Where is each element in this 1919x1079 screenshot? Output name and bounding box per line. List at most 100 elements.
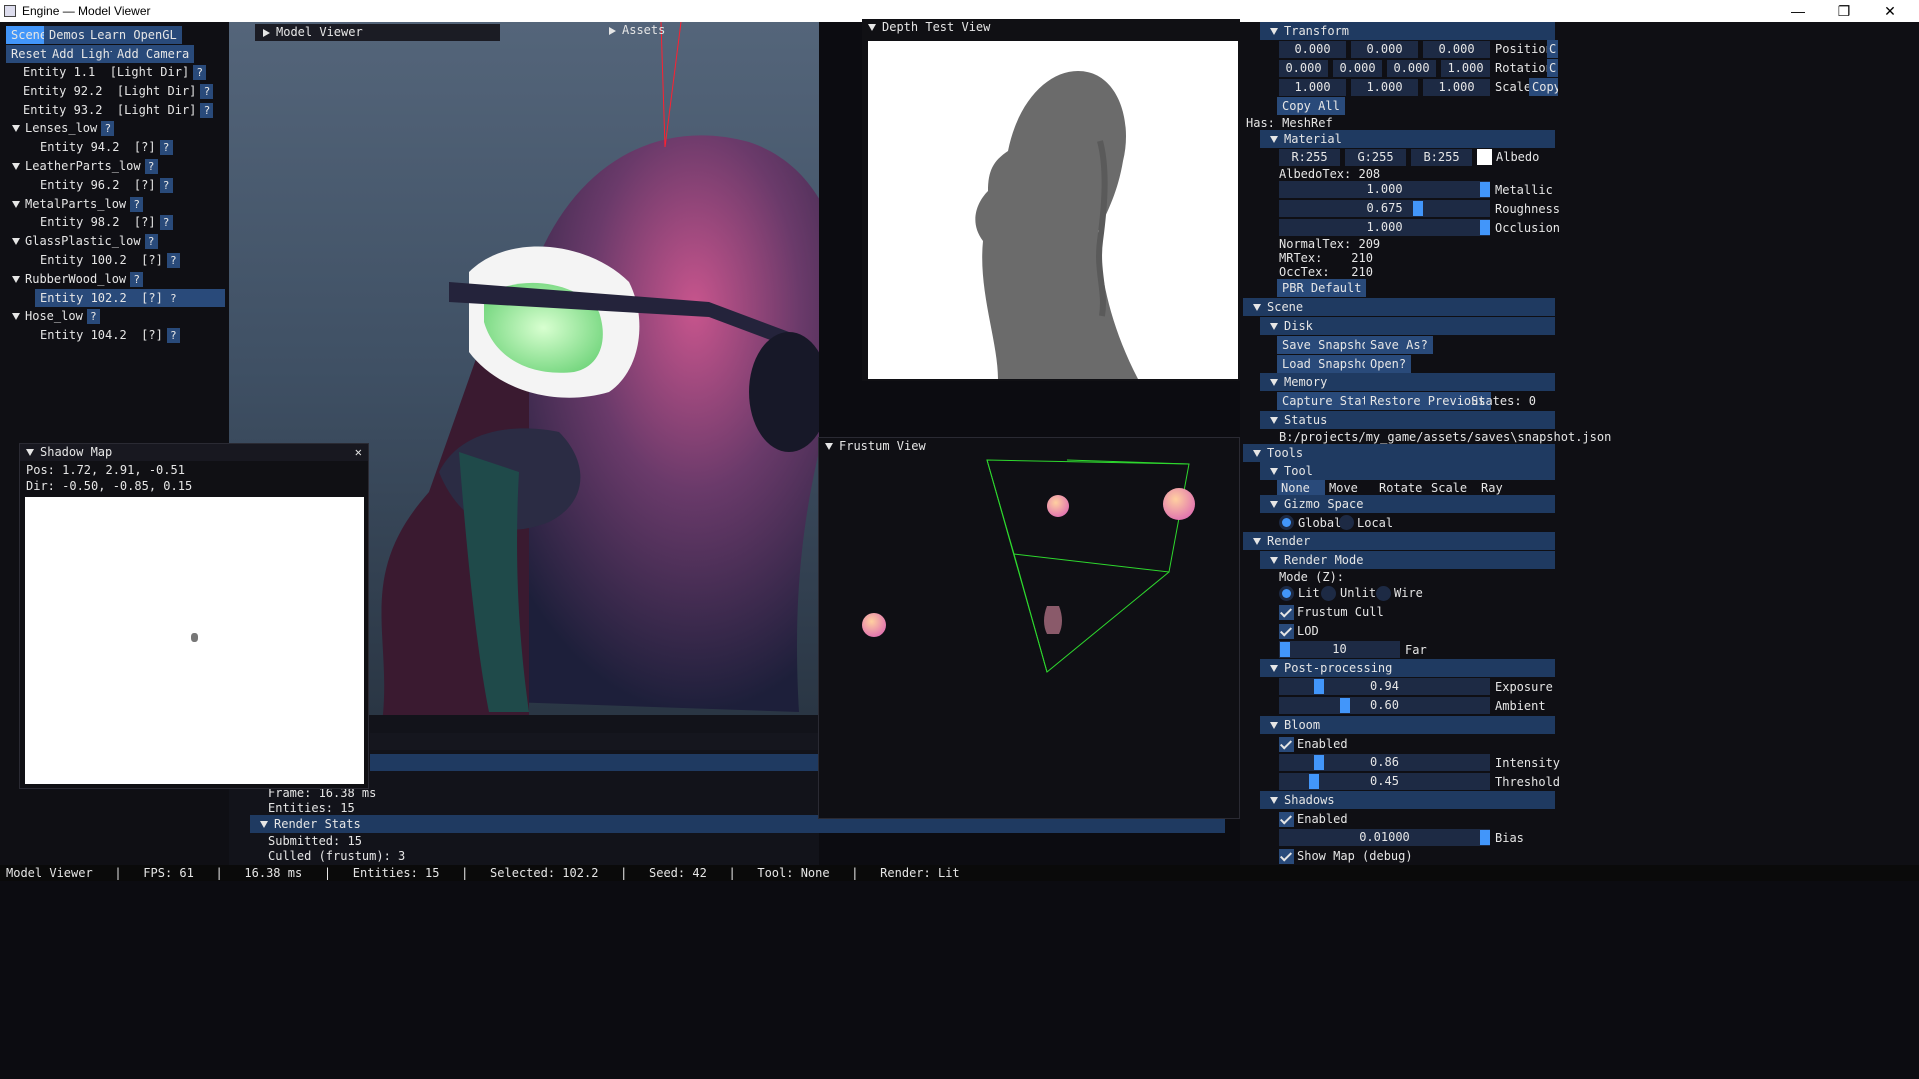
expand-arrow-icon[interactable]: [12, 275, 20, 283]
expand-arrow-icon[interactable]: [12, 163, 20, 170]
albedo-b[interactable]: B:255: [1411, 149, 1472, 166]
tree-entity[interactable]: Entity 98.2 [?]?: [40, 213, 173, 231]
add-light-button[interactable]: Add Light: [47, 45, 123, 63]
copy-rotation-button[interactable]: C: [1547, 59, 1559, 77]
help-button[interactable]: ?: [159, 177, 173, 193]
tree-group[interactable]: LeatherParts_low?: [12, 157, 158, 175]
render-header[interactable]: Render: [1243, 532, 1555, 550]
position-z[interactable]: 0.000: [1423, 41, 1490, 58]
exposure-slider[interactable]: 0.94: [1279, 678, 1490, 695]
tree-entity[interactable]: Entity 92.2 [Light Dir]?: [23, 82, 214, 100]
model-viewer-collapsed-window[interactable]: Model Viewer: [255, 24, 500, 41]
scale-x[interactable]: 1.000: [1279, 79, 1346, 96]
copy-position-button[interactable]: C: [1547, 40, 1559, 58]
tree-entity[interactable]: Entity 102.2 [?]?: [35, 288, 225, 307]
gizmo-space-header[interactable]: Gizmo Space: [1260, 495, 1555, 513]
albedo-g[interactable]: G:255: [1345, 149, 1406, 166]
help-button[interactable]: ?: [200, 102, 214, 118]
help-button[interactable]: ?: [144, 234, 158, 250]
shadow-map-titlebar[interactable]: Shadow Map ✕: [20, 444, 368, 461]
help-button[interactable]: ?: [193, 65, 207, 80]
save-as-button[interactable]: Save As?: [1365, 336, 1433, 354]
copy-all-button[interactable]: Copy All: [1277, 97, 1345, 115]
metallic-grab[interactable]: [1480, 182, 1490, 197]
maximize-button[interactable]: ❐: [1821, 0, 1867, 22]
far-slider[interactable]: 10: [1279, 641, 1400, 658]
threshold-grab[interactable]: [1309, 774, 1319, 789]
disk-header[interactable]: Disk: [1260, 317, 1555, 335]
status-header[interactable]: Status: [1260, 411, 1555, 429]
metallic-slider[interactable]: 1.000: [1279, 181, 1490, 198]
roughness-grab[interactable]: [1413, 201, 1423, 216]
tree-group[interactable]: RubberWood_low?: [12, 270, 144, 288]
tab-demos[interactable]: Demos: [44, 26, 91, 44]
help-button[interactable]: ?: [200, 83, 214, 99]
show-map-checkbox[interactable]: [1279, 849, 1294, 864]
rotation-z[interactable]: 0.000: [1387, 60, 1436, 77]
pbr-default-button[interactable]: PBR Default: [1277, 279, 1367, 297]
rotation-y[interactable]: 0.000: [1333, 60, 1382, 77]
tree-entity[interactable]: Entity 93.2 [Light Dir]?: [23, 101, 214, 119]
help-button[interactable]: ?: [159, 215, 173, 231]
expand-arrow-icon[interactable]: [12, 200, 20, 208]
close-button[interactable]: ✕: [1867, 0, 1913, 22]
help-button[interactable]: ?: [166, 328, 180, 344]
close-icon[interactable]: ✕: [355, 444, 362, 461]
bias-grab[interactable]: [1480, 830, 1490, 845]
reset-button[interactable]: Reset: [6, 45, 53, 63]
help-button[interactable]: ?: [86, 309, 100, 325]
scale-y[interactable]: 1.000: [1351, 79, 1418, 96]
help-button[interactable]: ?: [130, 196, 144, 212]
tree-entity[interactable]: Entity 94.2 [?]?: [40, 138, 173, 156]
ambient-grab[interactable]: [1340, 698, 1350, 713]
bloom-header[interactable]: Bloom: [1260, 716, 1555, 734]
tree-group[interactable]: Hose_low?: [12, 307, 100, 325]
expand-arrow-icon[interactable]: [12, 313, 20, 321]
help-button[interactable]: ?: [144, 159, 158, 174]
shadows-enabled-checkbox[interactable]: [1279, 812, 1294, 827]
position-x[interactable]: 0.000: [1279, 41, 1346, 58]
position-y[interactable]: 0.000: [1351, 41, 1418, 58]
far-grab[interactable]: [1280, 642, 1290, 657]
open-button[interactable]: Open?: [1365, 355, 1412, 373]
occlusion-slider[interactable]: 1.000: [1279, 219, 1490, 236]
collapse-arrow-icon[interactable]: [263, 28, 270, 37]
scene-header[interactable]: Scene: [1243, 298, 1555, 316]
mode-lit-radio[interactable]: [1279, 586, 1294, 601]
help-button[interactable]: ?: [130, 271, 144, 287]
frustum-titlebar[interactable]: Frustum View: [819, 438, 1239, 455]
assets-collapsed-window[interactable]: Assets: [603, 22, 861, 38]
tool-header[interactable]: Tool: [1260, 462, 1555, 480]
expand-arrow-icon[interactable]: [12, 125, 20, 133]
copy-scale-button[interactable]: Copy: [1529, 78, 1558, 96]
threshold-slider[interactable]: 0.45: [1279, 773, 1490, 790]
tools-header[interactable]: Tools: [1243, 444, 1555, 462]
collapse-arrow-icon[interactable]: [26, 449, 34, 456]
shadows-header[interactable]: Shadows: [1260, 791, 1555, 809]
mode-unlit-radio[interactable]: [1321, 586, 1336, 601]
tab-learn-opengl[interactable]: Learn OpenGL: [85, 26, 182, 44]
tree-entity[interactable]: Entity 104.2 [?]?: [40, 326, 180, 344]
collapse-arrow-icon[interactable]: [825, 443, 833, 450]
minimize-button[interactable]: —: [1775, 0, 1821, 22]
help-button[interactable]: ?: [159, 140, 173, 156]
collapse-arrow-icon[interactable]: [609, 26, 616, 35]
collapse-arrow-icon[interactable]: [868, 24, 876, 31]
depth-test-titlebar[interactable]: Depth Test View: [862, 19, 1240, 36]
help-button[interactable]: ?: [166, 253, 180, 268]
expand-arrow-icon[interactable]: [12, 238, 20, 246]
frustum-cull-checkbox[interactable]: [1279, 605, 1294, 620]
tree-group[interactable]: GlassPlastic_low?: [12, 232, 158, 250]
roughness-slider[interactable]: 0.675: [1279, 200, 1490, 217]
depth-test-window[interactable]: Depth Test View: [862, 19, 1240, 381]
tree-group[interactable]: MetalParts_low?: [12, 195, 144, 213]
exposure-grab[interactable]: [1314, 679, 1324, 694]
lod-checkbox[interactable]: [1279, 624, 1294, 639]
transform-header[interactable]: Transform: [1260, 22, 1555, 40]
albedo-swatch[interactable]: [1477, 149, 1492, 165]
render-mode-header[interactable]: Render Mode: [1260, 551, 1555, 569]
gizmo-global-radio[interactable]: [1279, 515, 1294, 530]
shadow-map-window[interactable]: Shadow Map ✕ Pos: 1.72, 2.91, -0.51 Dir:…: [19, 443, 369, 789]
albedo-r[interactable]: R:255: [1279, 149, 1340, 166]
help-button[interactable]: ?: [166, 290, 180, 306]
